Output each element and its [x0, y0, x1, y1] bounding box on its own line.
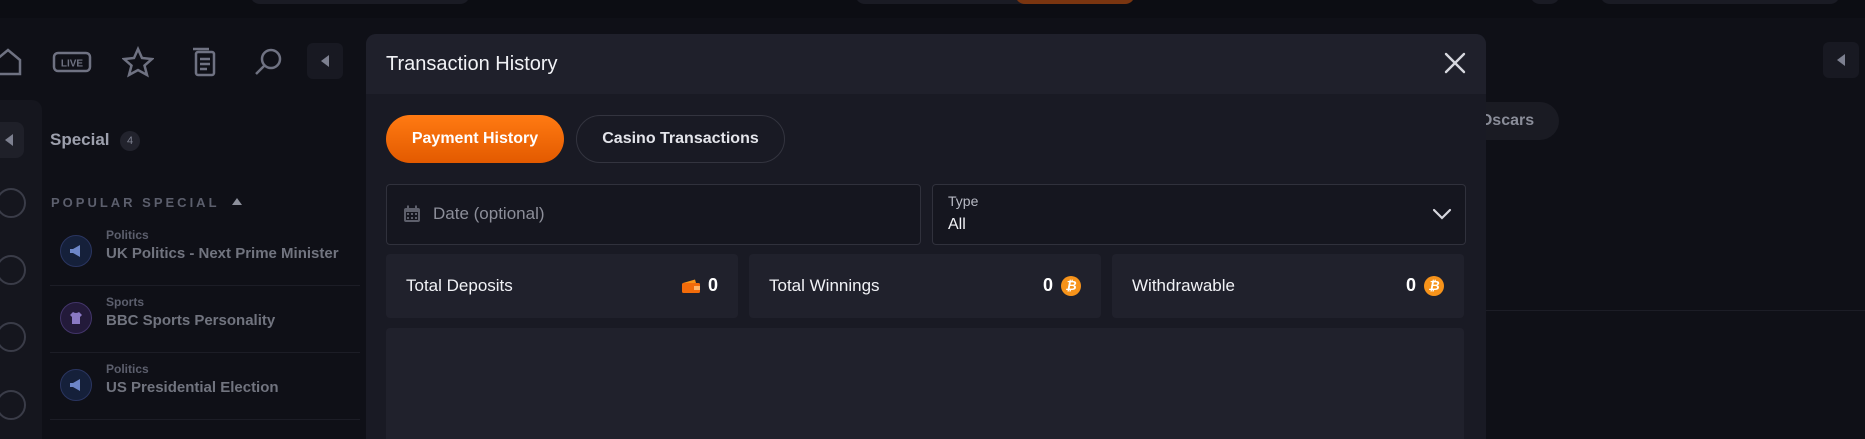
bitcoin-icon: ₿: [1061, 275, 1081, 296]
sport-rail: [0, 100, 42, 439]
modal-title: Transaction History: [386, 53, 558, 75]
chevron-left-icon: [5, 134, 13, 146]
date-picker-field[interactable]: Date (optional): [386, 184, 921, 245]
market-name: BBC Sports Personality: [106, 312, 276, 329]
popular-special-heading[interactable]: POPULAR SPECIAL: [51, 195, 242, 210]
top-bar-tab[interactable]: [1600, 0, 1840, 4]
basketball-icon[interactable]: [0, 322, 26, 352]
chevron-down-icon: [1432, 208, 1452, 220]
stat-total-deposits: Total Deposits 0: [386, 254, 738, 318]
stat-value: 0: [707, 275, 718, 295]
stat-label: Total Winnings: [769, 276, 880, 295]
section-count-badge: 4: [120, 131, 140, 151]
sidebar-collapse-button[interactable]: [307, 43, 343, 79]
shirt-icon: [60, 302, 92, 334]
stat-total-winnings: Total Winnings 0 ₿: [749, 254, 1101, 318]
date-placeholder: Date (optional): [433, 204, 545, 223]
search-icon[interactable]: [253, 46, 285, 78]
tab-payment-history[interactable]: Payment History: [386, 115, 564, 163]
market-category: Politics: [106, 362, 149, 376]
market-name: US Presidential Election: [106, 379, 279, 396]
transactions-list-panel: [386, 328, 1464, 439]
market-item[interactable]: Sports BBC Sports Personality: [50, 286, 360, 353]
calendar-icon: [404, 205, 420, 222]
stat-label: Total Deposits: [406, 276, 513, 295]
type-select[interactable]: Type All: [932, 184, 1466, 245]
market-category: Politics: [106, 228, 149, 242]
chevron-up-icon: [231, 198, 242, 205]
stat-withdrawable: Withdrawable 0 ₿: [1112, 254, 1464, 318]
sidebar-nav-icons: LIVE: [0, 36, 360, 86]
chevron-left-icon: [321, 55, 329, 67]
wallet-icon: [681, 279, 700, 293]
popular-heading-label: POPULAR SPECIAL: [51, 195, 220, 210]
tennis-icon[interactable]: [0, 390, 26, 420]
stat-value: 0: [1405, 275, 1416, 295]
svg-text:LIVE: LIVE: [61, 59, 84, 70]
bitcoin-icon: ₿: [1424, 275, 1444, 296]
star-icon[interactable]: [120, 45, 156, 78]
football-icon[interactable]: [0, 188, 26, 218]
market-name: UK Politics - Next Prime Minister: [106, 245, 339, 262]
tab-casino-transactions[interactable]: Casino Transactions: [576, 115, 785, 163]
market-item[interactable]: Politics US Presidential Election: [50, 353, 360, 420]
betslip-icon[interactable]: [188, 46, 220, 78]
market-item[interactable]: Politics UK Politics - Next Prime Minist…: [50, 219, 360, 286]
type-value: All: [948, 216, 966, 233]
top-bar: [0, 0, 1865, 18]
top-bar-tab[interactable]: [250, 0, 470, 4]
chevron-left-icon: [1837, 54, 1845, 66]
transaction-history-modal: Transaction History Payment History Casi…: [366, 34, 1486, 439]
live-icon[interactable]: LIVE: [52, 46, 92, 78]
soccer-icon[interactable]: [0, 255, 26, 285]
megaphone-icon: [60, 369, 92, 401]
stat-value: 0: [1042, 275, 1053, 295]
right-panel-collapse-button[interactable]: [1823, 42, 1859, 78]
megaphone-icon: [60, 235, 92, 267]
market-category: Sports: [106, 295, 145, 309]
type-label: Type: [948, 193, 979, 209]
close-icon[interactable]: [1442, 50, 1468, 76]
top-bar-primary-button[interactable]: [1015, 0, 1135, 4]
section-title: Special: [50, 130, 110, 149]
modal-header: Transaction History: [366, 34, 1486, 94]
stat-label: Withdrawable: [1132, 276, 1235, 295]
rail-toggle-button[interactable]: [0, 122, 24, 158]
divider: [1486, 310, 1865, 311]
home-icon[interactable]: [0, 46, 24, 78]
top-bar-tab[interactable]: [1530, 0, 1560, 4]
